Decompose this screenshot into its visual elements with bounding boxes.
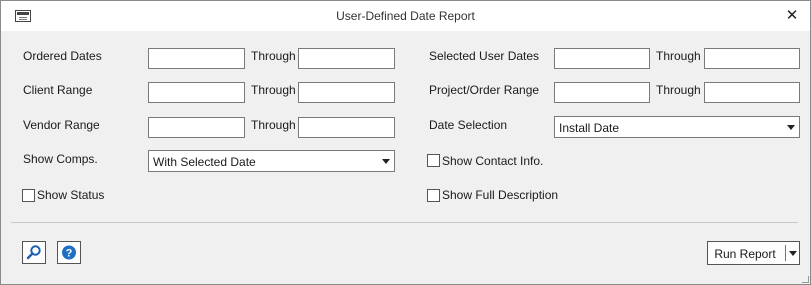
- report-window: User-Defined Date Report ✕ Ordered Dates…: [0, 0, 811, 285]
- date-selection-select[interactable]: Install Date: [554, 116, 800, 138]
- client-range-from-input[interactable]: [148, 82, 245, 103]
- project-order-range-to-input[interactable]: [704, 82, 800, 103]
- chevron-down-icon: [787, 125, 795, 130]
- run-report-dropdown-icon[interactable]: [789, 251, 797, 256]
- client-range-through-label: Through: [251, 83, 296, 97]
- show-contact-info-checkbox[interactable]: [427, 154, 440, 167]
- run-report-separator: [785, 245, 786, 261]
- vendor-range-from-input[interactable]: [148, 117, 245, 138]
- ordered-dates-to-input[interactable]: [298, 48, 395, 69]
- close-button[interactable]: ✕: [780, 5, 804, 27]
- help-icon: ?: [62, 245, 76, 260]
- date-selection-value: Install Date: [559, 121, 620, 135]
- title-bar: User-Defined Date Report ✕: [1, 1, 810, 31]
- ordered-dates-through-label: Through: [251, 49, 296, 63]
- show-status-checkbox[interactable]: [22, 189, 35, 202]
- magnifier-icon: [26, 245, 41, 260]
- date-selection-label: Date Selection: [429, 118, 508, 132]
- vendor-range-to-input[interactable]: [298, 117, 395, 138]
- vendor-range-label: Vendor Range: [23, 118, 100, 132]
- selected-user-dates-through-label: Through: [656, 49, 701, 63]
- ordered-dates-label: Ordered Dates: [23, 49, 102, 63]
- project-order-range-through-label: Through: [656, 83, 701, 97]
- show-status-label: Show Status: [37, 188, 105, 202]
- selected-user-dates-label: Selected User Dates: [429, 49, 540, 63]
- footer-divider: [11, 222, 798, 223]
- client-range-label: Client Range: [23, 83, 93, 97]
- show-full-description-checkbox[interactable]: [427, 189, 440, 202]
- show-comps-select[interactable]: With Selected Date: [148, 150, 395, 172]
- resize-grip[interactable]: [802, 276, 809, 283]
- window-title: User-Defined Date Report: [336, 9, 475, 23]
- chevron-down-icon: [382, 159, 390, 164]
- show-contact-info-label: Show Contact Info.: [442, 154, 544, 168]
- svg-text:?: ?: [66, 248, 73, 260]
- ordered-dates-from-input[interactable]: [148, 48, 245, 69]
- project-order-range-label: Project/Order Range: [429, 83, 540, 97]
- vendor-range-through-label: Through: [251, 118, 296, 132]
- selected-user-dates-to-input[interactable]: [704, 48, 800, 69]
- show-comps-label: Show Comps.: [23, 152, 98, 166]
- run-report-label: Run Report: [714, 247, 776, 261]
- help-button[interactable]: ?: [57, 241, 81, 264]
- show-comps-value: With Selected Date: [153, 155, 256, 169]
- search-button[interactable]: [22, 241, 46, 264]
- project-order-range-from-input[interactable]: [554, 82, 650, 103]
- show-full-description-label: Show Full Description: [442, 188, 559, 202]
- client-range-to-input[interactable]: [298, 82, 395, 103]
- run-report-button[interactable]: Run Report: [707, 241, 800, 265]
- selected-user-dates-from-input[interactable]: [554, 48, 650, 69]
